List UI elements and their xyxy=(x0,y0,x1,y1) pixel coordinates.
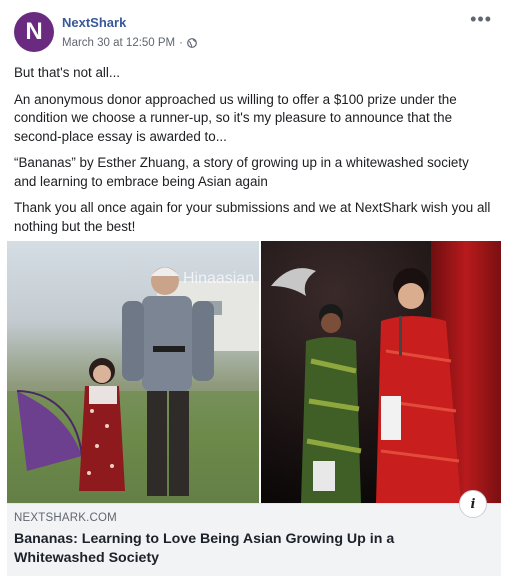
post-meta: March 30 at 12:50 PM · xyxy=(62,37,197,49)
page-name-link[interactable]: NextShark xyxy=(62,15,126,30)
meta-separator: · xyxy=(179,37,183,49)
childhood-photo-illustration: Hinaasian xyxy=(7,267,259,503)
link-preview-footer[interactable]: i NEXTSHARK.COM Bananas: Learning to Lov… xyxy=(7,490,501,576)
avatar[interactable]: N xyxy=(14,12,54,52)
post-text: But that's not all... An anonymous donor… xyxy=(14,64,492,244)
link-domain: NEXTSHARK.COM xyxy=(14,512,117,524)
link-preview-image[interactable]: Hinaasian xyxy=(7,241,501,503)
post-header: N NextShark March 30 at 12:50 PM · ••• xyxy=(14,10,498,54)
stage-photo-illustration xyxy=(271,268,461,503)
stage-photo xyxy=(261,241,501,503)
post-paragraph: An anonymous donor approached us willing… xyxy=(14,91,457,144)
link-headline[interactable]: Bananas: Learning to Love Being Asian Gr… xyxy=(14,530,484,568)
watermark-text: Hinaasian xyxy=(183,270,254,287)
timestamp-link[interactable]: March 30 at 12:50 PM xyxy=(62,37,175,49)
post-paragraph: But that's not all... xyxy=(14,65,121,80)
facebook-post: N NextShark March 30 at 12:50 PM · ••• B… xyxy=(0,0,508,578)
post-paragraph: Thank you all once again for your submis… xyxy=(14,200,491,234)
childhood-photo: Hinaasian xyxy=(7,241,259,503)
globe-icon[interactable] xyxy=(187,38,197,48)
avatar-letter: N xyxy=(25,18,43,45)
post-paragraph: “Bananas” by Esther Zhuang, a story of g… xyxy=(14,155,469,189)
more-options-icon[interactable]: ••• xyxy=(470,10,492,28)
info-icon[interactable]: i xyxy=(459,490,487,518)
